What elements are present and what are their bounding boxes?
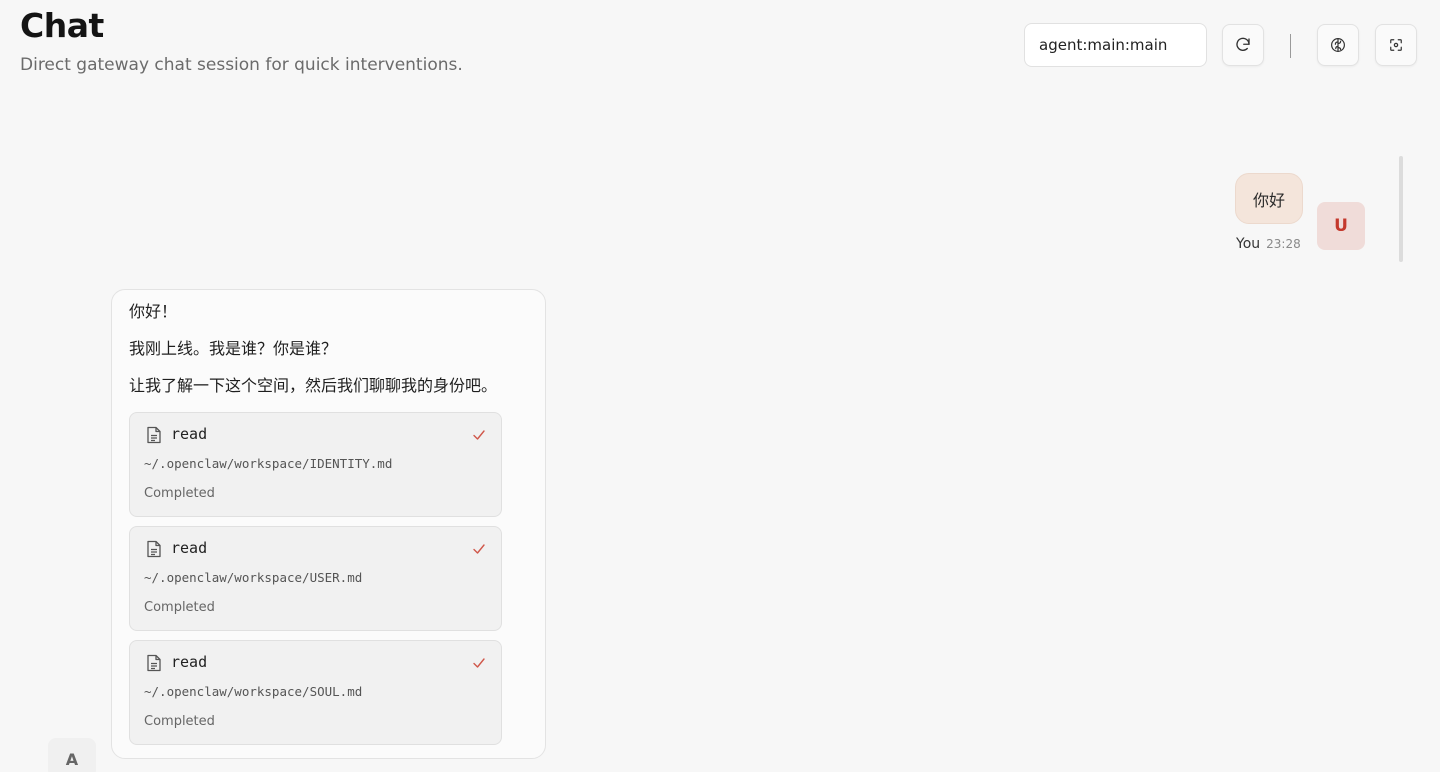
tool-status: Completed xyxy=(144,600,215,615)
tool-file-path: ~/.openclaw/workspace/IDENTITY.md xyxy=(144,456,393,471)
tool-call-card[interactable]: read ~/.openclaw/workspace/IDENTITY.md C… xyxy=(129,412,502,517)
tool-call-card[interactable]: read ~/.openclaw/workspace/SOUL.md Compl… xyxy=(129,640,502,745)
chat-scrollbar[interactable] xyxy=(1399,156,1403,262)
user-message-time: 23:28 xyxy=(1266,237,1301,251)
focus-mode-button[interactable] xyxy=(1375,24,1417,66)
tool-file-path: ~/.openclaw/workspace/SOUL.md xyxy=(144,684,363,699)
focus-icon xyxy=(1390,39,1402,51)
file-icon xyxy=(147,654,161,672)
assistant-line: 你好！ xyxy=(129,302,178,321)
brain-icon xyxy=(1331,38,1345,52)
assistant-message-bubble: 你好！ 我刚上线。我是谁？你是谁？ 让我了解一下这个空间，然后我们聊聊我的身份吧… xyxy=(111,289,546,759)
refresh-button[interactable] xyxy=(1222,24,1264,66)
file-icon xyxy=(147,540,161,558)
check-icon xyxy=(473,430,485,440)
chat-page: Chat Direct gateway chat session for qui… xyxy=(0,0,1440,772)
check-icon xyxy=(473,658,485,668)
page-subtitle: Direct gateway chat session for quick in… xyxy=(20,55,463,75)
tool-file-path: ~/.openclaw/workspace/USER.md xyxy=(144,570,363,585)
user-avatar: U xyxy=(1317,202,1365,250)
page-title: Chat xyxy=(20,6,104,45)
user-message-text: 你好 xyxy=(1252,190,1285,210)
check-icon xyxy=(473,544,485,554)
tool-name: read xyxy=(171,653,208,671)
user-message-bubble: 你好 xyxy=(1235,173,1303,224)
toolbar-divider xyxy=(1290,34,1291,58)
session-key-input[interactable] xyxy=(1024,23,1207,67)
tool-status: Completed xyxy=(144,714,215,729)
assistant-line: 让我了解一下这个空间，然后我们聊聊我的身份吧。 xyxy=(129,376,498,395)
tool-call-card[interactable]: read ~/.openclaw/workspace/USER.md Compl… xyxy=(129,526,502,631)
tool-name: read xyxy=(171,539,208,557)
user-sender-name: You xyxy=(1236,236,1261,252)
tool-name: read xyxy=(171,425,208,443)
assistant-line: 我刚上线。我是谁？你是谁？ xyxy=(129,339,338,358)
user-message-meta: You 23:28 xyxy=(1236,236,1301,252)
assistant-avatar: A xyxy=(48,738,96,772)
refresh-icon xyxy=(1236,37,1250,51)
thinking-toggle-button[interactable] xyxy=(1317,24,1359,66)
file-icon xyxy=(147,426,161,444)
tool-status: Completed xyxy=(144,486,215,501)
